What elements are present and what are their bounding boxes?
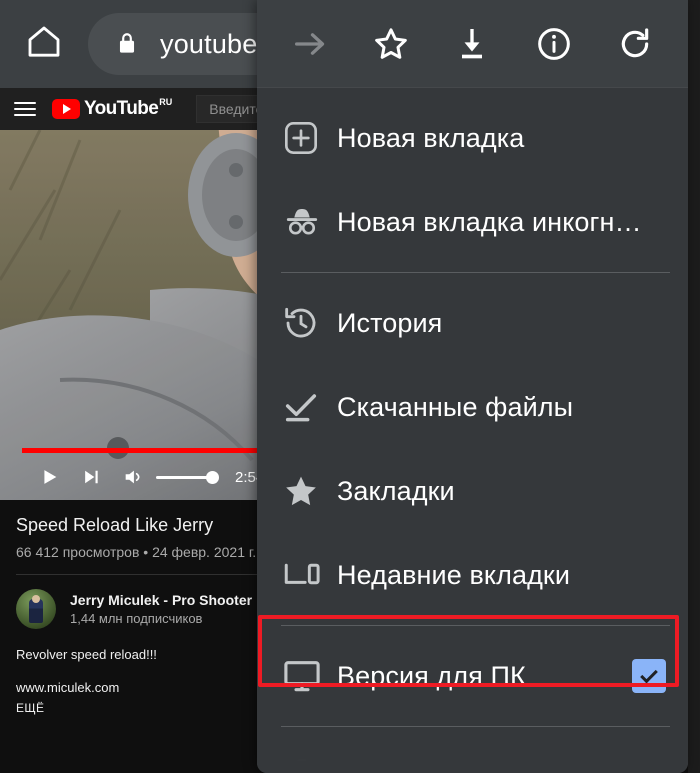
youtube-play-badge-icon — [52, 99, 80, 119]
incognito-icon — [281, 201, 337, 243]
menu-divider — [281, 272, 670, 273]
desktop-site-checkbox[interactable] — [632, 659, 666, 693]
right-gutter — [688, 0, 700, 773]
menu-item-label: Версия для ПК — [337, 660, 526, 691]
next-track-icon[interactable] — [70, 467, 112, 487]
browser-overflow-menu: Новая вкладка Новая вкладка инкогн… Исто… — [257, 0, 688, 773]
hamburger-icon[interactable] — [14, 98, 36, 120]
desktop-monitor-icon — [281, 655, 337, 697]
play-icon[interactable] — [28, 466, 70, 488]
bookmarks-star-icon — [281, 471, 337, 511]
channel-name[interactable]: Jerry Miculek - Pro Shooter — [70, 592, 252, 608]
menu-item-downloads[interactable]: Скачанные файлы — [257, 365, 688, 449]
menu-item-history[interactable]: История — [257, 281, 688, 365]
reload-icon[interactable] — [606, 15, 664, 73]
history-icon — [281, 303, 337, 343]
menu-item-label: Скачанные файлы — [337, 391, 574, 422]
forward-arrow-icon[interactable] — [281, 15, 339, 73]
menu-divider — [281, 726, 670, 727]
youtube-wordmark: YouTube — [84, 98, 159, 119]
menu-item-label: История — [337, 307, 443, 338]
menu-header-actions — [257, 0, 688, 88]
menu-item-settings[interactable]: Настройки — [257, 735, 688, 773]
volume-slider[interactable] — [156, 470, 219, 484]
menu-divider — [281, 625, 670, 626]
menu-item-recent-tabs[interactable]: Недавние вкладки — [257, 533, 688, 617]
menu-item-label: Закладки — [337, 475, 455, 506]
menu-item-new-incognito-tab[interactable]: Новая вкладка инкогн… — [257, 180, 688, 264]
screen: youtube.c YouTube RU Введите запр 2:54 S… — [0, 0, 700, 773]
avatar — [16, 589, 56, 629]
home-icon — [24, 22, 64, 67]
home-button[interactable] — [0, 0, 88, 88]
new-tab-icon — [281, 118, 337, 158]
menu-item-label: Недавние вкладки — [337, 559, 571, 590]
menu-item-label: Новая вкладка инкогн… — [337, 206, 642, 237]
menu-item-new-tab[interactable]: Новая вкладка — [257, 96, 688, 180]
channel-subscribers: 1,44 млн подписчиков — [70, 611, 203, 626]
menu-item-bookmarks[interactable]: Закладки — [257, 449, 688, 533]
volume-icon[interactable] — [112, 466, 154, 488]
menu-item-label: Настройки — [337, 762, 666, 773]
downloads-icon — [281, 387, 337, 427]
menu-item-desktop-site[interactable]: Версия для ПК — [257, 634, 688, 718]
recent-tabs-icon — [281, 554, 337, 596]
lock-icon — [114, 31, 140, 57]
info-icon[interactable] — [525, 15, 583, 73]
download-icon[interactable] — [443, 15, 501, 73]
youtube-region-label: RU — [159, 97, 173, 107]
star-icon[interactable] — [362, 15, 420, 73]
menu-items: Новая вкладка Новая вкладка инкогн… Исто… — [257, 88, 688, 773]
settings-gear-icon — [281, 756, 337, 773]
youtube-logo[interactable]: YouTube RU — [52, 97, 173, 119]
menu-item-label: Новая вкладка — [337, 122, 525, 153]
